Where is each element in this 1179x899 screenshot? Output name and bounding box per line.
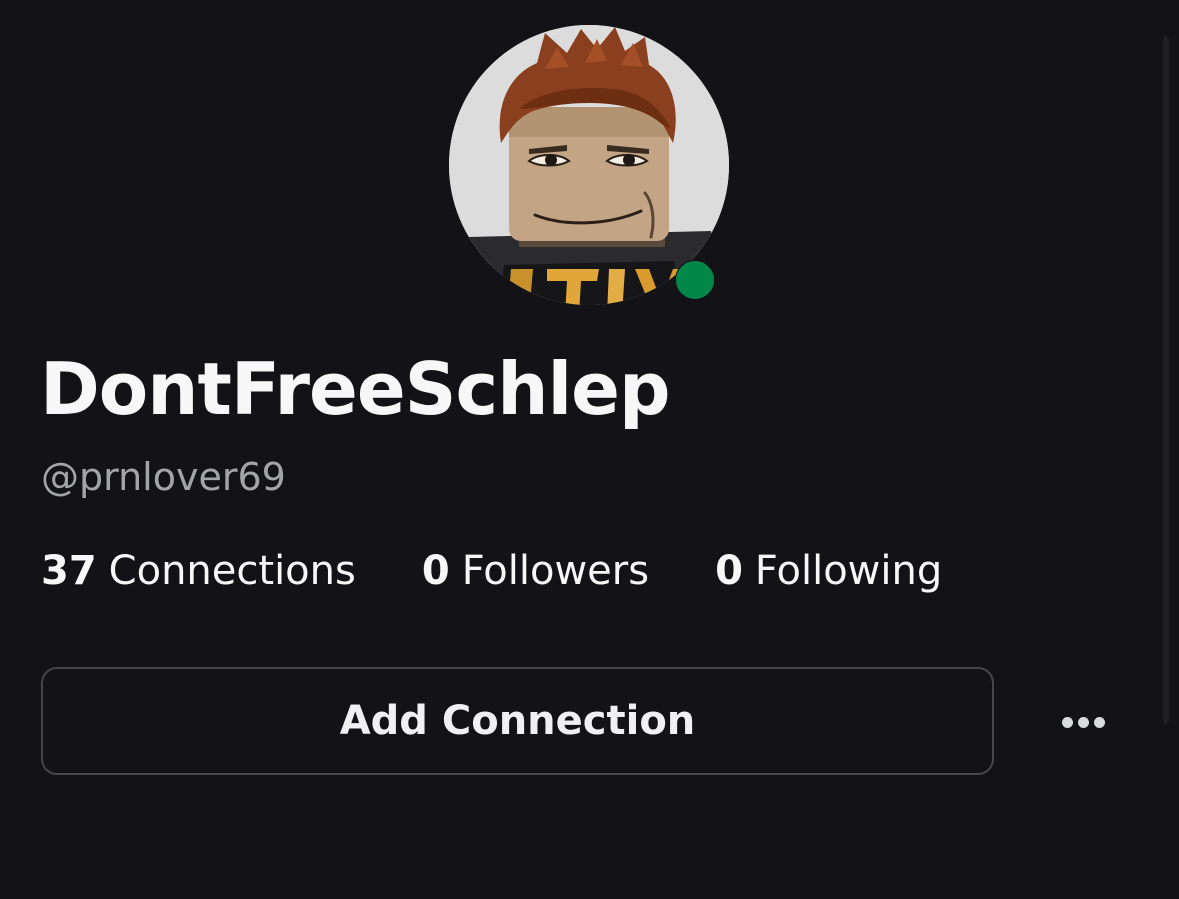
following-label: Following bbox=[754, 548, 943, 594]
username: @prnlover69 bbox=[41, 455, 286, 499]
display-name: DontFreeSchlep bbox=[40, 347, 670, 431]
connections-count: 37 bbox=[41, 548, 97, 594]
add-connection-button[interactable]: Add Connection bbox=[41, 667, 994, 775]
more-options-button[interactable] bbox=[1052, 696, 1114, 748]
online-status-indicator bbox=[675, 260, 715, 300]
followers-label: Followers bbox=[461, 548, 650, 594]
profile-page: DontFreeSchlep @prnlover69 37 Connection… bbox=[0, 0, 1179, 899]
avatar-container[interactable] bbox=[449, 25, 729, 305]
profile-stats: 37 Connections 0 Followers 0 Following bbox=[41, 545, 942, 597]
connections-stat[interactable]: 37 Connections bbox=[41, 548, 356, 594]
scrollbar[interactable] bbox=[1163, 36, 1169, 724]
following-stat[interactable]: 0 Following bbox=[715, 548, 942, 594]
following-count: 0 bbox=[715, 548, 743, 594]
more-horizontal-icon bbox=[1059, 716, 1107, 728]
followers-stat[interactable]: 0 Followers bbox=[422, 548, 649, 594]
connections-label: Connections bbox=[108, 548, 356, 594]
followers-count: 0 bbox=[421, 548, 450, 594]
